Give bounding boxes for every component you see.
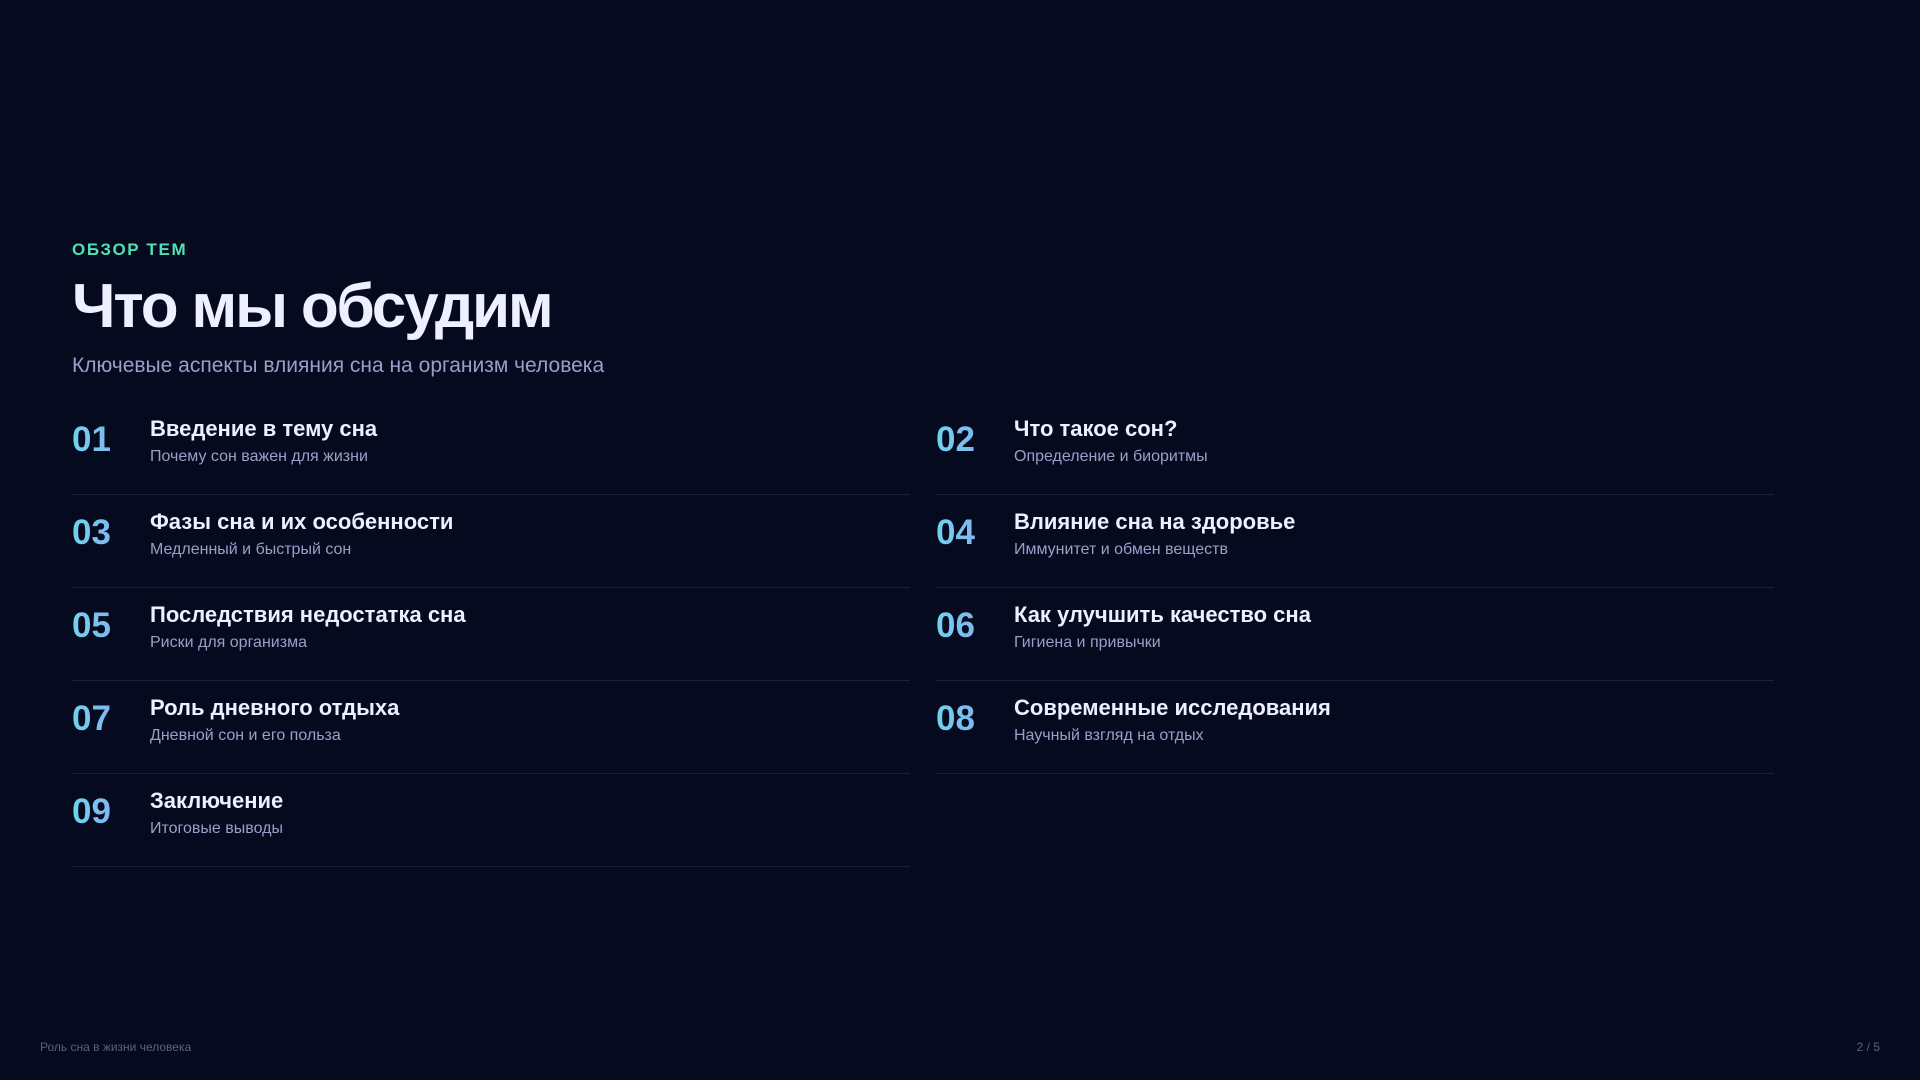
topic-subtitle: Риски для организма bbox=[150, 634, 307, 652]
slide-content: ОБЗОР ТЕМ Что мы обсудим Ключевые аспект… bbox=[72, 240, 1774, 867]
topic-number: 03 bbox=[72, 515, 150, 550]
topic-title: Как улучшить качество сна bbox=[1014, 602, 1311, 627]
topic-item-03: 03 Фазы сна и их особенности Медленный и… bbox=[72, 495, 910, 588]
topic-subtitle: Итоговые выводы bbox=[150, 820, 283, 838]
topic-item-06: 06 Как улучшить качество сна Гигиена и п… bbox=[936, 588, 1774, 681]
topic-number: 02 bbox=[936, 422, 1014, 457]
slide: ОБЗОР ТЕМ Что мы обсудим Ключевые аспект… bbox=[0, 0, 1920, 1080]
topic-title: Фазы сна и их особенности bbox=[150, 509, 454, 534]
topic-title: Последствия недостатка сна bbox=[150, 602, 466, 627]
topic-item-07: 07 Роль дневного отдыха Дневной сон и ег… bbox=[72, 681, 910, 774]
topic-number: 05 bbox=[72, 608, 150, 643]
topic-subtitle: Медленный и быстрый сон bbox=[150, 541, 352, 559]
topic-subtitle: Иммунитет и обмен веществ bbox=[1014, 541, 1228, 559]
topic-number: 09 bbox=[72, 794, 150, 829]
topic-item-04: 04 Влияние сна на здоровье Иммунитет и о… bbox=[936, 495, 1774, 588]
topic-title: Влияние сна на здоровье bbox=[1014, 509, 1296, 534]
topic-subtitle: Гигиена и привычки bbox=[1014, 634, 1161, 652]
topic-number: 08 bbox=[936, 701, 1014, 736]
page-subtitle: Ключевые аспекты влияния сна на организм… bbox=[72, 354, 605, 377]
topic-subtitle: Дневной сон и его польза bbox=[150, 727, 341, 745]
topic-title: Что такое сон? bbox=[1014, 416, 1178, 441]
page-title: Что мы обсудим bbox=[72, 272, 554, 341]
footer-deck-title: Роль сна в жизни человека bbox=[40, 1040, 192, 1054]
topic-subtitle: Почему сон важен для жизни bbox=[150, 448, 368, 466]
section-eyebrow: ОБЗОР ТЕМ bbox=[72, 240, 188, 259]
topic-title: Современные исследования bbox=[1014, 695, 1331, 720]
topic-item-08: 08 Современные исследования Научный взгл… bbox=[936, 681, 1774, 774]
topic-number: 04 bbox=[936, 515, 1014, 550]
topics-grid: 01 Введение в тему сна Почему сон важен … bbox=[72, 402, 1774, 867]
footer-page-number: 2 / 5 bbox=[1856, 1040, 1880, 1054]
topic-item-09: 09 Заключение Итоговые выводы bbox=[72, 774, 910, 867]
topic-title: Введение в тему сна bbox=[150, 416, 378, 441]
topic-item-02: 02 Что такое сон? Определение и биоритмы bbox=[936, 402, 1774, 495]
topic-title: Заключение bbox=[150, 788, 284, 813]
topic-number: 01 bbox=[72, 422, 150, 457]
topic-subtitle: Научный взгляд на отдых bbox=[1014, 727, 1204, 745]
topic-item-01: 01 Введение в тему сна Почему сон важен … bbox=[72, 402, 910, 495]
topic-item-05: 05 Последствия недостатка сна Риски для … bbox=[72, 588, 910, 681]
topic-number: 06 bbox=[936, 608, 1014, 643]
topic-subtitle: Определение и биоритмы bbox=[1014, 448, 1208, 466]
topic-title: Роль дневного отдыха bbox=[150, 695, 400, 720]
topic-number: 07 bbox=[72, 701, 150, 736]
